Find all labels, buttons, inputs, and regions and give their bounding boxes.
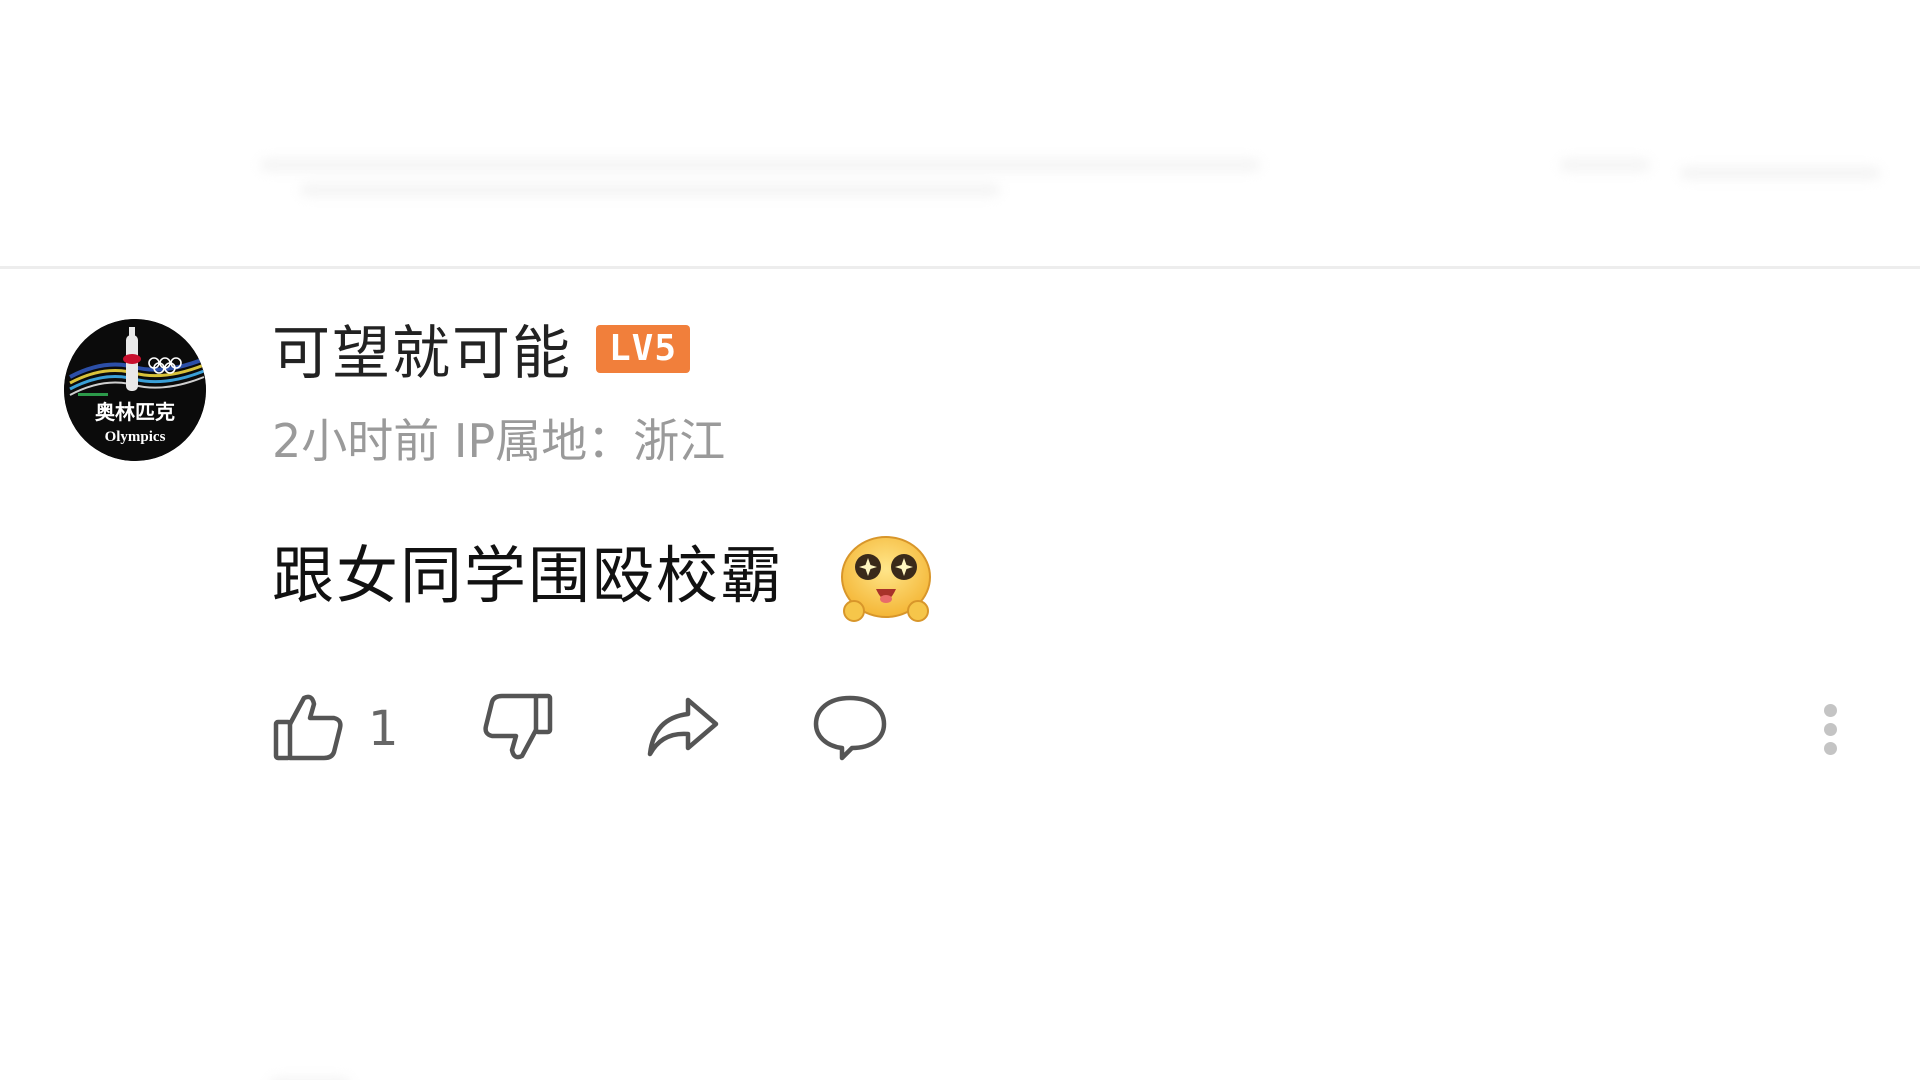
avatar-text-en: Olympics (105, 429, 166, 445)
previous-comment-blurred (0, 0, 1920, 266)
comment-time: 2小时前 (272, 414, 440, 468)
share-arrow-icon (644, 690, 722, 768)
thumbs-up-icon (272, 690, 346, 768)
ip-location: IP属地：浙江 (453, 414, 726, 468)
comment-meta: 2小时前 IP属地：浙江 (272, 411, 725, 471)
dislike-button[interactable] (480, 679, 554, 779)
more-dot (1823, 703, 1837, 717)
next-comment-blurred (0, 809, 1920, 1080)
speech-bubble-icon (812, 690, 888, 768)
star-eyes-emoji (838, 531, 934, 627)
avatar[interactable]: 奥林匹克 Olympics (64, 319, 206, 461)
thumbs-down-icon (480, 690, 554, 768)
more-dot (1823, 741, 1837, 755)
level-badge: LV5 (596, 325, 690, 373)
comment-text: 跟女同学围殴校霸 (272, 539, 785, 612)
comment-page: 奥林匹克 Olympics 可望就可能 LV5 2小时前 IP属地：浙江 跟女同… (0, 0, 1920, 1080)
username[interactable]: 可望就可能 (272, 313, 572, 393)
more-dot (1823, 722, 1837, 736)
share-button[interactable] (644, 679, 722, 779)
like-button[interactable]: 1 (272, 679, 399, 779)
action-bar: 1 (0, 679, 1920, 779)
reply-button[interactable] (812, 679, 888, 779)
like-count: 1 (368, 701, 399, 757)
avatar-text-cn: 奥林匹克 (95, 400, 175, 424)
comment-item: 奥林匹克 Olympics 可望就可能 LV5 2小时前 IP属地：浙江 跟女同… (0, 269, 1920, 1080)
vertical-ellipsis-icon[interactable] (1810, 679, 1850, 779)
